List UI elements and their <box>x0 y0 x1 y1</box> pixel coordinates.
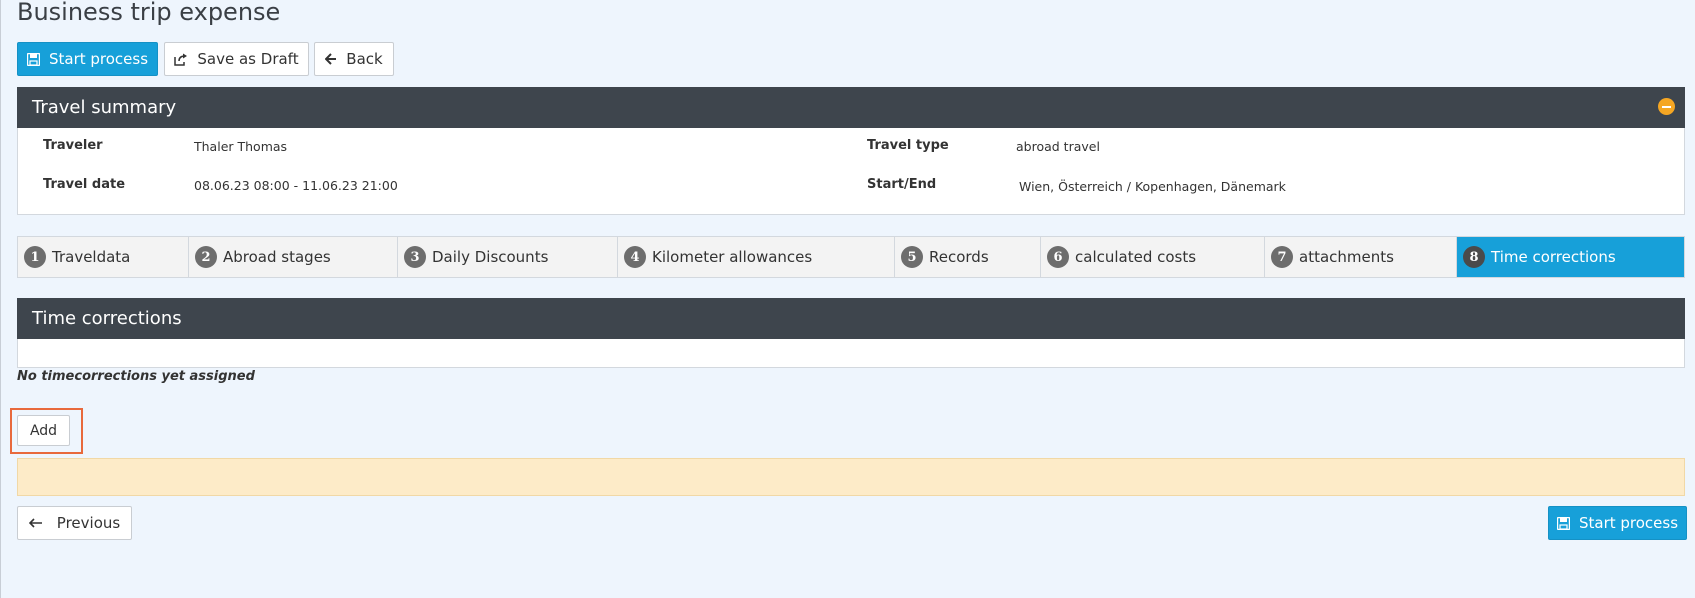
tab-label: Kilometer allowances <box>652 248 813 266</box>
start-process-footer-label: Start process <box>1578 514 1679 532</box>
save-as-draft-label: Save as Draft <box>197 50 299 68</box>
warning-bar <box>17 458 1685 496</box>
step-number: 1 <box>24 246 46 268</box>
traveler-label: Traveler <box>43 138 103 153</box>
tab-label: Abroad stages <box>223 248 331 266</box>
step-number: 2 <box>195 246 217 268</box>
empty-message: No timecorrections yet assigned <box>17 369 255 384</box>
start-process-button[interactable]: Start process <box>17 42 158 76</box>
step-number: 3 <box>404 246 426 268</box>
travel-summary-title: Travel summary <box>32 97 177 118</box>
step-number: 6 <box>1047 246 1069 268</box>
tab-records[interactable]: 5 Records <box>895 237 1041 277</box>
save-as-draft-button[interactable]: Save as Draft <box>164 42 309 76</box>
step-number: 4 <box>624 246 646 268</box>
arrow-left-icon <box>325 53 337 65</box>
traveler-value: Thaler Thomas <box>194 139 288 154</box>
time-corrections-header: Time corrections <box>17 298 1685 339</box>
back-button[interactable]: Back <box>314 42 394 76</box>
step-number: 8 <box>1463 246 1485 268</box>
back-label: Back <box>346 50 383 68</box>
save-icon <box>1556 516 1570 530</box>
start-end-value: Wien, Österreich / Kopenhagen, Dänemark <box>1019 179 1286 194</box>
tab-label: calculated costs <box>1075 248 1197 266</box>
time-corrections-title: Time corrections <box>32 308 182 329</box>
tab-traveldata[interactable]: 1 Traveldata <box>18 237 189 277</box>
share-icon <box>174 53 188 66</box>
time-corrections-body <box>17 339 1685 368</box>
tab-label: Daily Discounts <box>432 248 549 266</box>
start-process-label: Start process <box>48 50 149 68</box>
travel-summary-body: Traveler Thaler Thomas Travel date 08.06… <box>17 128 1685 215</box>
add-label: Add <box>29 422 58 439</box>
previous-label: Previous <box>56 514 121 532</box>
step-number: 7 <box>1271 246 1293 268</box>
arrow-left-long-icon <box>28 518 43 528</box>
start-process-footer-button[interactable]: Start process <box>1548 506 1687 540</box>
tab-abroad-stages[interactable]: 2 Abroad stages <box>189 237 398 277</box>
travel-summary-header: Travel summary <box>17 87 1685 128</box>
travel-date-label: Travel date <box>43 177 126 192</box>
tab-daily-discounts[interactable]: 3 Daily Discounts <box>398 237 618 277</box>
save-icon <box>26 52 40 66</box>
page-title: Business trip expense <box>17 0 281 26</box>
tab-calculated-costs[interactable]: 6 calculated costs <box>1041 237 1265 277</box>
travel-type-label: Travel type <box>867 138 949 153</box>
tab-label: Traveldata <box>52 248 131 266</box>
tab-attachments[interactable]: 7 attachments <box>1265 237 1457 277</box>
tab-label: attachments <box>1299 248 1394 266</box>
tab-label: Records <box>929 248 989 266</box>
tab-label: Time corrections <box>1491 248 1616 266</box>
step-number: 5 <box>901 246 923 268</box>
previous-button[interactable]: Previous <box>17 506 132 540</box>
travel-type-value: abroad travel <box>1016 139 1100 154</box>
tab-time-corrections[interactable]: 8 Time corrections <box>1457 237 1684 277</box>
tab-kilometer-allowances[interactable]: 4 Kilometer allowances <box>618 237 895 277</box>
step-tabs: 1 Traveldata 2 Abroad stages 3 Daily Dis… <box>17 236 1685 278</box>
start-end-label: Start/End <box>867 177 937 192</box>
add-button[interactable]: Add <box>17 415 70 446</box>
collapse-icon[interactable] <box>1658 98 1675 115</box>
travel-date-value: 08.06.23 08:00 - 11.06.23 21:00 <box>194 178 398 193</box>
